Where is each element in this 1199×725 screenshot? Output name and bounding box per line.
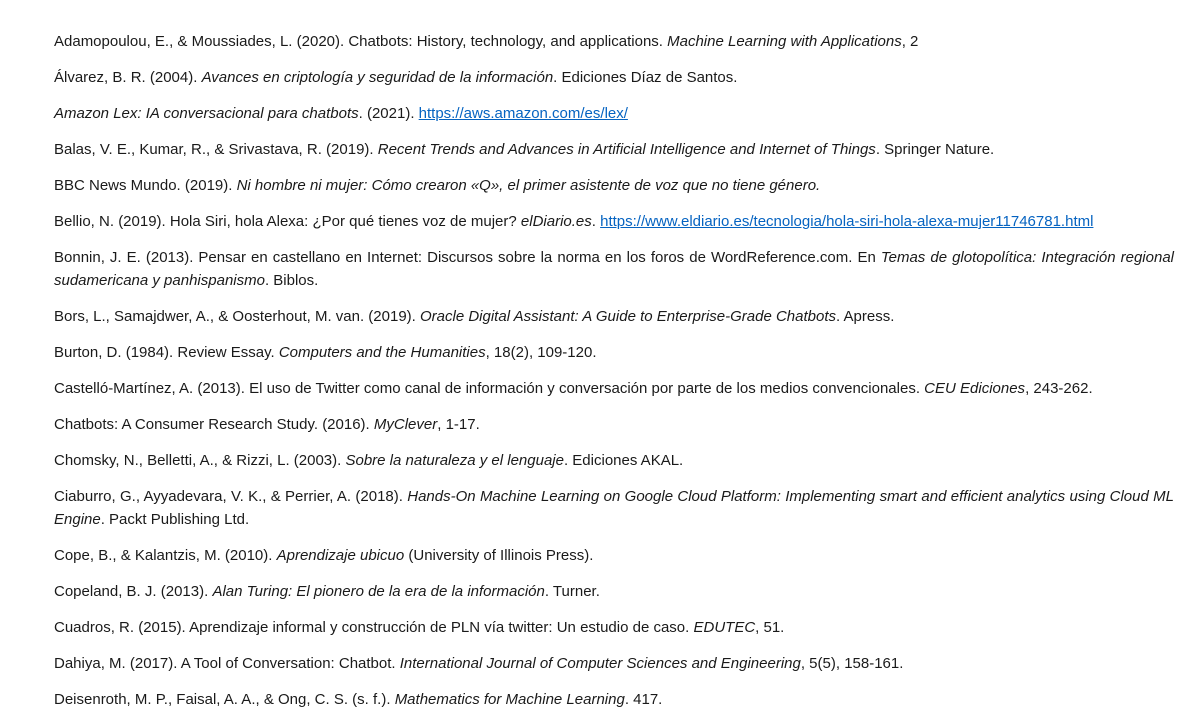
reference-entry: Álvarez, B. R. (2004). Avances en cripto… xyxy=(54,66,1174,89)
reference-link[interactable]: https://aws.amazon.com/es/lex/ xyxy=(419,105,628,122)
reference-entry: Burton, D. (1984). Review Essay. Compute… xyxy=(54,341,1174,364)
reference-italic-text: MyClever xyxy=(373,416,438,433)
reference-entry: Bonnin, J. E. (2013). Pensar en castella… xyxy=(54,246,1174,292)
reference-entry: Deisenroth, M. P., Faisal, A. A., & Ong,… xyxy=(54,688,1174,711)
reference-link[interactable]: https://www.eldiario.es/tecnologia/hola-… xyxy=(600,213,1093,230)
reference-text: , 5(5), 158-161. xyxy=(800,655,904,672)
reference-italic-text: Amazon Lex: IA conversacional para chatb… xyxy=(54,105,359,122)
references-list: Adamopoulou, E., & Moussiades, L. (2020)… xyxy=(54,30,1174,724)
reference-text: Adamopoulou, E., & Moussiades, L. (2020)… xyxy=(54,33,668,50)
reference-text: Burton, D. (1984). Review Essay. xyxy=(54,344,279,361)
reference-entry: Bellio, N. (2019). Hola Siri, hola Alexa… xyxy=(54,210,1174,233)
reference-text: . Springer Nature. xyxy=(875,141,995,158)
reference-text: , 51. xyxy=(755,619,785,636)
reference-text: Bors, L., Samajdwer, A., & Oosterhout, M… xyxy=(54,308,420,325)
reference-text: . xyxy=(591,213,601,230)
reference-text: (University of Illinois Press). xyxy=(404,547,594,564)
reference-text: Chomsky, N., Belletti, A., & Rizzi, L. (… xyxy=(54,452,346,469)
reference-text: Ciaburro, G., Ayyadevara, V. K., & Perri… xyxy=(54,488,408,505)
reference-text: . Packt Publishing Ltd. xyxy=(100,511,250,528)
reference-italic-text: Computers and the Humanities xyxy=(278,344,486,361)
reference-text: , 1-17. xyxy=(437,416,480,433)
reference-text: Cuadros, R. (2015). Aprendizaje informal… xyxy=(54,619,694,636)
reference-entry: Dahiya, M. (2017). A Tool of Conversatio… xyxy=(54,652,1174,675)
reference-text: Bellio, N. (2019). Hola Siri, hola Alexa… xyxy=(54,213,521,230)
reference-text: Álvarez, B. R. (2004). xyxy=(54,69,202,86)
reference-italic-text: CEU Ediciones xyxy=(924,380,1026,397)
reference-text: Deisenroth, M. P., Faisal, A. A., & Ong,… xyxy=(54,691,395,708)
reference-italic-text: Machine Learning with Applications xyxy=(667,33,902,50)
reference-entry: Bors, L., Samajdwer, A., & Oosterhout, M… xyxy=(54,305,1174,328)
reference-italic-text: Aprendizaje ubicuo xyxy=(276,547,405,564)
reference-italic-text: Recent Trends and Advances in Artificial… xyxy=(377,141,876,158)
reference-italic-text: International Journal of Computer Scienc… xyxy=(399,655,801,672)
reference-italic-text: Mathematics for Machine Learning xyxy=(394,691,625,708)
reference-entry: Chomsky, N., Belletti, A., & Rizzi, L. (… xyxy=(54,449,1174,472)
reference-text: . Ediciones AKAL. xyxy=(563,452,684,469)
reference-text: Dahiya, M. (2017). A Tool of Conversatio… xyxy=(54,655,400,672)
reference-text: . Ediciones Díaz de Santos. xyxy=(553,69,738,86)
reference-italic-text: elDiario.es xyxy=(520,213,592,230)
reference-italic-text: EDUTEC xyxy=(693,619,756,636)
reference-entry: Cuadros, R. (2015). Aprendizaje informal… xyxy=(54,616,1174,639)
reference-text: Chatbots: A Consumer Research Study. (20… xyxy=(54,416,374,433)
reference-text: Bonnin, J. E. (2013). Pensar en castella… xyxy=(54,249,881,266)
reference-text: . Biblos. xyxy=(264,272,319,289)
reference-entry: BBC News Mundo. (2019). Ni hombre ni muj… xyxy=(54,174,1174,197)
reference-text: , 243-262. xyxy=(1025,380,1093,397)
reference-text: , 2 xyxy=(901,33,919,50)
reference-entry: Castelló-Martínez, A. (2013). El uso de … xyxy=(54,377,1174,400)
reference-entry: Copeland, B. J. (2013). Alan Turing: El … xyxy=(54,580,1174,603)
reference-text: . (2021). xyxy=(358,105,419,122)
reference-entry: Adamopoulou, E., & Moussiades, L. (2020)… xyxy=(54,30,1174,53)
reference-italic-text: Ni hombre ni mujer: Cómo crearon «Q», el… xyxy=(236,177,821,194)
reference-italic-text: Avances en criptología y seguridad de la… xyxy=(201,69,554,86)
reference-entry: Balas, V. E., Kumar, R., & Srivastava, R… xyxy=(54,138,1174,161)
reference-text: , 18(2), 109-120. xyxy=(485,344,597,361)
reference-text: Cope, B., & Kalantzis, M. (2010). xyxy=(54,547,277,564)
reference-italic-text: Sobre la naturaleza y el lenguaje xyxy=(345,452,564,469)
reference-text: Balas, V. E., Kumar, R., & Srivastava, R… xyxy=(54,141,378,158)
reference-entry: Ciaburro, G., Ayyadevara, V. K., & Perri… xyxy=(54,485,1174,531)
reference-italic-text: Oracle Digital Assistant: A Guide to Ent… xyxy=(420,308,837,325)
reference-text: BBC News Mundo. (2019). xyxy=(54,177,237,194)
reference-entry: Chatbots: A Consumer Research Study. (20… xyxy=(54,413,1174,436)
reference-text: . Turner. xyxy=(544,583,600,600)
reference-text: . 417. xyxy=(624,691,663,708)
reference-entry: Amazon Lex: IA conversacional para chatb… xyxy=(54,102,1174,125)
reference-entry: Cope, B., & Kalantzis, M. (2010). Aprend… xyxy=(54,544,1174,567)
reference-text: Castelló-Martínez, A. (2013). El uso de … xyxy=(54,380,925,397)
reference-text: Copeland, B. J. (2013). xyxy=(54,583,213,600)
reference-italic-text: Alan Turing: El pionero de la era de la … xyxy=(212,583,545,600)
reference-text: . Apress. xyxy=(836,308,895,325)
